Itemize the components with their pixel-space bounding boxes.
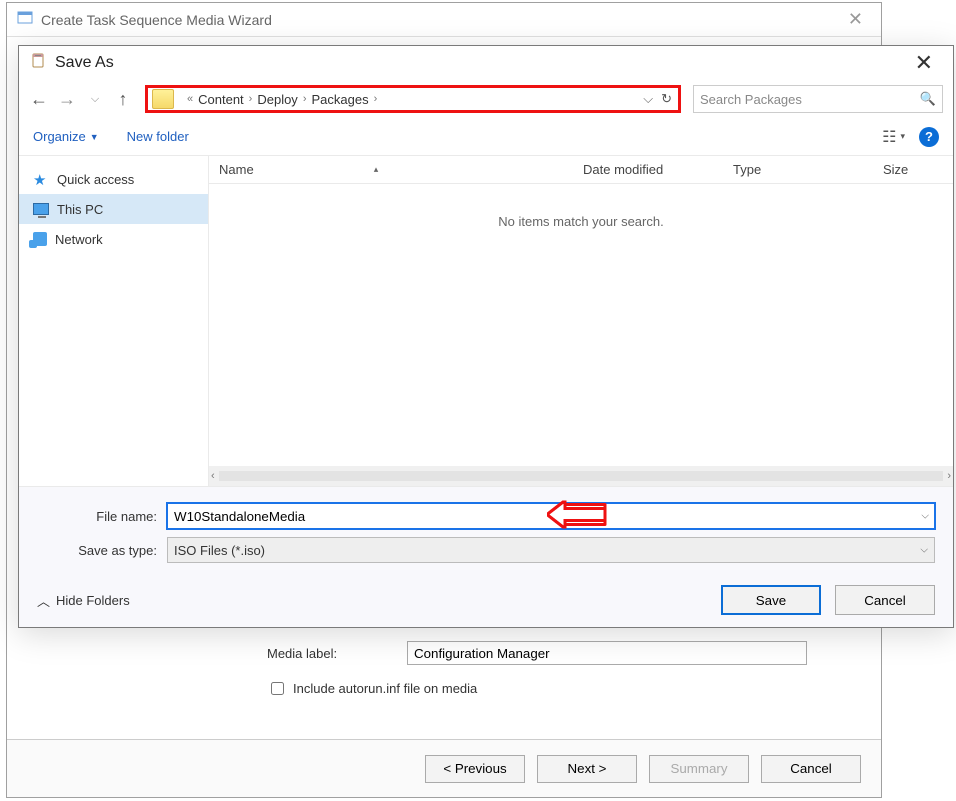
crumb-deploy[interactable]: Deploy <box>257 92 297 107</box>
up-icon[interactable]: ↑ <box>113 89 133 110</box>
wizard-cancel-button[interactable]: Cancel <box>761 755 861 783</box>
crumb-packages[interactable]: Packages <box>311 92 368 107</box>
sort-asc-icon: ▴ <box>374 164 379 175</box>
view-options-button[interactable]: ☷ ▾ <box>882 127 905 147</box>
column-header-size[interactable]: Size <box>873 162 953 177</box>
sidebar: ★ Quick access This PC Network <box>19 156 209 486</box>
star-icon: ★ <box>33 171 49 187</box>
search-input[interactable]: Search Packages 🔍 <box>693 85 943 113</box>
saveastype-label: Save as type: <box>37 543 167 558</box>
sidebar-item-label: This PC <box>57 202 103 217</box>
sidebar-item-label: Network <box>55 232 103 247</box>
previous-button[interactable]: < Previous <box>425 755 525 783</box>
help-icon[interactable]: ? <box>919 127 939 147</box>
search-icon: 🔍 <box>920 91 936 107</box>
chevron-right-icon[interactable]: › <box>374 93 378 105</box>
column-header-name[interactable]: Name ▴ <box>209 162 573 177</box>
new-folder-button[interactable]: New folder <box>127 129 189 144</box>
bottom-panel: File name: ⌵ Save as type: ISO Files (*.… <box>19 487 953 627</box>
hide-folders-toggle[interactable]: ︿ Hide Folders <box>37 591 130 610</box>
scroll-right-icon[interactable]: › <box>947 470 951 482</box>
media-label-input[interactable] <box>407 641 807 665</box>
network-icon <box>33 232 47 246</box>
chevron-down-icon: ⌵ <box>920 545 928 556</box>
summary-button: Summary <box>649 755 749 783</box>
scrollbar-track[interactable] <box>219 471 944 481</box>
wizard-titlebar: Create Task Sequence Media Wizard ✕ <box>7 3 881 37</box>
crumb-content[interactable]: Content <box>198 92 244 107</box>
search-placeholder: Search Packages <box>700 92 920 107</box>
address-bar[interactable]: « Content › Deploy › Packages › ⌵ ↻ <box>145 85 681 113</box>
include-autorun-checkbox[interactable] <box>271 682 284 695</box>
saveas-titlebar: Save As ✕ <box>19 46 953 80</box>
nav-row: ← → ⌵ ↑ « Content › Deploy › Packages › … <box>19 80 953 118</box>
save-button[interactable]: Save <box>721 585 821 615</box>
empty-message: No items match your search. <box>209 184 953 259</box>
saveastype-select[interactable]: ISO Files (*.iso) ⌵ <box>167 537 935 563</box>
sidebar-item-label: Quick access <box>57 172 134 187</box>
media-label-caption: Media label: <box>267 646 407 661</box>
scroll-left-icon[interactable]: ‹ <box>211 470 215 482</box>
include-autorun-label: Include autorun.inf file on media <box>293 681 477 696</box>
wizard-close-icon[interactable]: ✕ <box>840 9 871 30</box>
main-area: ★ Quick access This PC Network Name ▴ Da… <box>19 156 953 487</box>
sidebar-item-this-pc[interactable]: This PC <box>19 194 208 224</box>
saveas-icon <box>29 53 47 74</box>
wizard-icon <box>17 10 33 29</box>
wizard-title: Create Task Sequence Media Wizard <box>41 12 272 28</box>
crumb-overflow[interactable]: « <box>187 93 193 105</box>
back-icon[interactable]: ← <box>29 89 49 110</box>
column-headers: Name ▴ Date modified Type Size <box>209 156 953 184</box>
filename-input[interactable] <box>167 503 935 529</box>
folder-icon <box>152 89 174 109</box>
saveas-title: Save As <box>55 54 114 72</box>
saveas-close-icon[interactable]: ✕ <box>905 50 943 76</box>
next-button[interactable]: Next > <box>537 755 637 783</box>
toolbar-row: Organize ▼ New folder ☷ ▾ ? <box>19 118 953 156</box>
horizontal-scrollbar[interactable]: ‹ › <box>209 466 953 486</box>
chevron-up-icon: ︿ <box>37 591 50 610</box>
refresh-icon[interactable]: ↻ <box>661 91 672 107</box>
chevron-right-icon[interactable]: › <box>303 93 307 105</box>
saveas-dialog: Save As ✕ ← → ⌵ ↑ « Content › Deploy › P… <box>18 45 954 628</box>
wizard-footer: < Previous Next > Summary Cancel <box>7 739 881 797</box>
filename-label: File name: <box>37 509 167 524</box>
chevron-down-icon: ▼ <box>90 132 99 142</box>
file-list: Name ▴ Date modified Type Size No items … <box>209 156 953 486</box>
organize-menu[interactable]: Organize ▼ <box>33 129 99 144</box>
monitor-icon <box>33 203 49 215</box>
view-icon: ☷ <box>882 127 896 147</box>
chevron-right-icon[interactable]: › <box>249 93 253 105</box>
sidebar-item-quick-access[interactable]: ★ Quick access <box>19 164 208 194</box>
column-header-type[interactable]: Type <box>723 162 873 177</box>
saveastype-value: ISO Files (*.iso) <box>174 543 265 558</box>
forward-icon: → <box>57 89 77 110</box>
column-header-date[interactable]: Date modified <box>573 162 723 177</box>
recent-dropdown-icon[interactable]: ⌵ <box>85 93 105 106</box>
chevron-down-icon: ▾ <box>900 131 905 142</box>
saveas-cancel-button[interactable]: Cancel <box>835 585 935 615</box>
address-dropdown-icon[interactable]: ⌵ <box>643 91 653 107</box>
sidebar-item-network[interactable]: Network <box>19 224 208 254</box>
